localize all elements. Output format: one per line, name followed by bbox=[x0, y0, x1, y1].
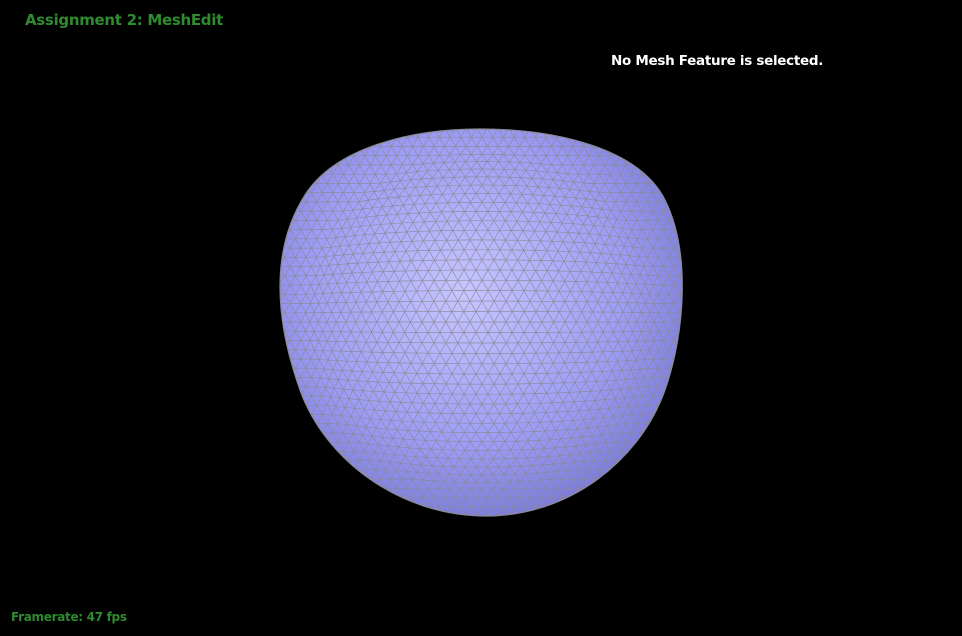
app-title: Assignment 2: MeshEdit bbox=[25, 11, 223, 29]
mesh-wireframe bbox=[280, 129, 683, 516]
mesh-viewport[interactable]: Assignment 2: MeshEdit No Mesh Feature i… bbox=[0, 0, 962, 636]
selection-status-text: No Mesh Feature is selected. bbox=[611, 53, 824, 69]
mesh-canvas[interactable] bbox=[0, 0, 962, 636]
framerate-readout: Framerate: 47 fps bbox=[11, 610, 127, 624]
